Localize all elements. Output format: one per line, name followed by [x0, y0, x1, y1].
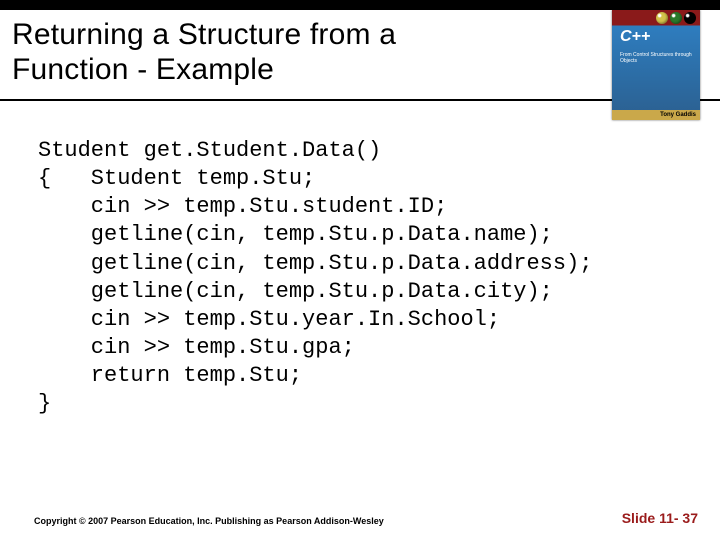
ball-icon — [656, 12, 668, 24]
book-cover: C++ From Control Structures through Obje… — [612, 10, 700, 120]
code-line: } — [38, 391, 51, 416]
copyright-text: Copyright © 2007 Pearson Education, Inc.… — [34, 516, 384, 526]
slide-header: Returning a Structure from a Function - … — [0, 10, 720, 101]
code-line: cin >> temp.Stu.student.ID; — [38, 194, 447, 219]
title-line-1: Returning a Structure from a — [12, 18, 396, 51]
book-subtitle: From Control Structures through Objects — [620, 52, 694, 64]
code-line: getline(cin, temp.Stu.p.Data.city); — [38, 279, 553, 304]
top-bar — [0, 0, 720, 10]
slide-number: Slide 11- 37 — [622, 510, 698, 526]
code-line: cin >> temp.Stu.year.In.School; — [38, 307, 500, 332]
book-lang: C++ — [620, 28, 650, 46]
code-block: Student get.Student.Data() { Student tem… — [38, 137, 692, 419]
slide-content: Student get.Student.Data() { Student tem… — [0, 101, 720, 419]
slide-title: Returning a Structure from a Function - … — [12, 18, 532, 87]
title-line-2: Function - Example — [12, 53, 274, 86]
code-line: getline(cin, temp.Stu.p.Data.address); — [38, 251, 593, 276]
book-balls — [656, 12, 696, 24]
book-author: Tony Gaddis — [612, 110, 700, 120]
code-line: return temp.Stu; — [38, 363, 302, 388]
code-line: getline(cin, temp.Stu.p.Data.name); — [38, 222, 553, 247]
code-line: cin >> temp.Stu.gpa; — [38, 335, 355, 360]
code-line: Student get.Student.Data() — [38, 138, 381, 163]
slide-footer: Copyright © 2007 Pearson Education, Inc.… — [0, 510, 720, 526]
ball-icon — [670, 12, 682, 24]
code-line: { Student temp.Stu; — [38, 166, 315, 191]
ball-icon — [684, 12, 696, 24]
